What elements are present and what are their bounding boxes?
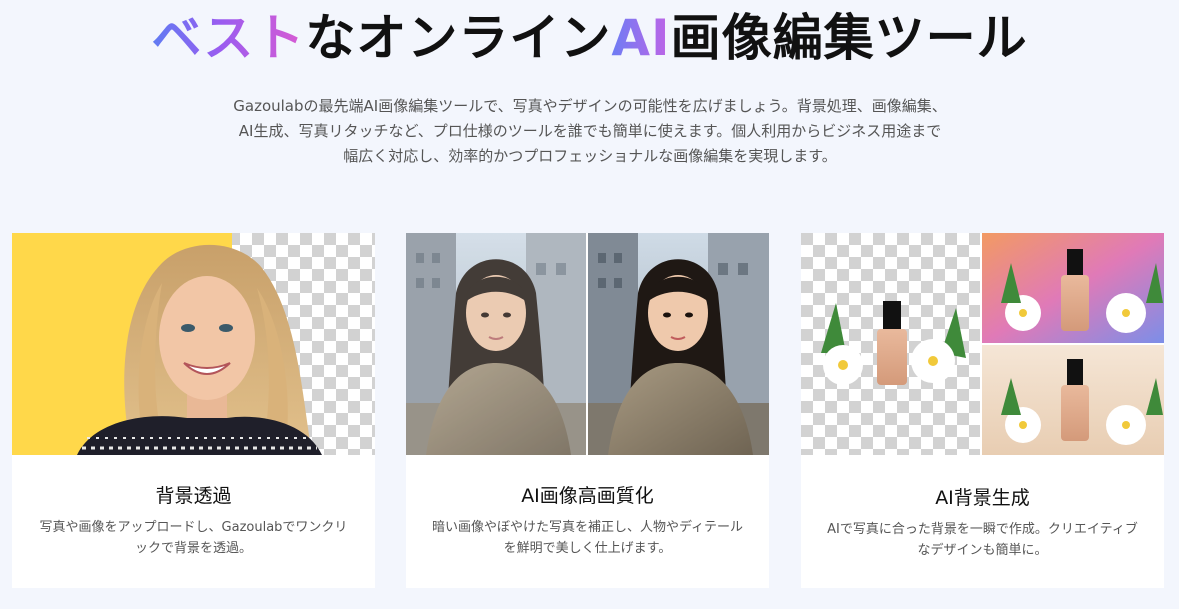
ai-background-generation-image	[801, 233, 1164, 455]
title-gradient-text: ベスト	[151, 9, 306, 67]
feature-card-ai-background-generation[interactable]: AI背景生成 AIで写真に合った背景を一瞬で作成。クリエイティブなデザインも簡単…	[801, 233, 1164, 588]
card-title: AI背景生成	[935, 487, 1030, 509]
feature-card-ai-upscale[interactable]: AI画像高画質化 暗い画像やぼやけた写真を補正し、人物やディテールを鮮明で美しく…	[406, 233, 769, 588]
description-line: AI生成、写真リタッチなど、プロ仕様のツールを誰でも簡単に使えます。個人利用から…	[238, 122, 942, 140]
title-end-text: 画像編集ツール	[670, 9, 1028, 67]
card-title: 背景透過	[155, 485, 232, 507]
card-description: 写真や画像をアップロードし、Gazoulabでワンクリックで背景を透過。	[39, 520, 348, 556]
page-title: ベストなオンラインAI画像編集ツール	[0, 6, 1179, 70]
description-line: Gazoulabの最先端AI画像編集ツールで、写真やデザインの可能性を広げましょ…	[233, 97, 947, 115]
title-ai-text: AI	[611, 9, 671, 67]
ai-upscale-image	[406, 233, 769, 455]
background-removal-image	[12, 233, 375, 455]
card-description: AIで写真に合った背景を一瞬で作成。クリエイティブなデザインも簡単に。	[827, 522, 1138, 558]
card-title: AI画像高画質化	[521, 485, 654, 507]
feature-card-background-removal[interactable]: 背景透過 写真や画像をアップロードし、Gazoulabでワンクリックで背景を透過…	[12, 233, 375, 588]
hero-description: Gazoulabの最先端AI画像編集ツールで、写真やデザインの可能性を広げましょ…	[190, 94, 990, 169]
title-middle-text: なオンライン	[305, 9, 612, 67]
description-line: 幅広く対応し、効率的かつプロフェッショナルな画像編集を実現します。	[343, 147, 837, 165]
card-description: 暗い画像やぼやけた写真を補正し、人物やディテールを鮮明で美しく仕上げます。	[431, 520, 744, 556]
